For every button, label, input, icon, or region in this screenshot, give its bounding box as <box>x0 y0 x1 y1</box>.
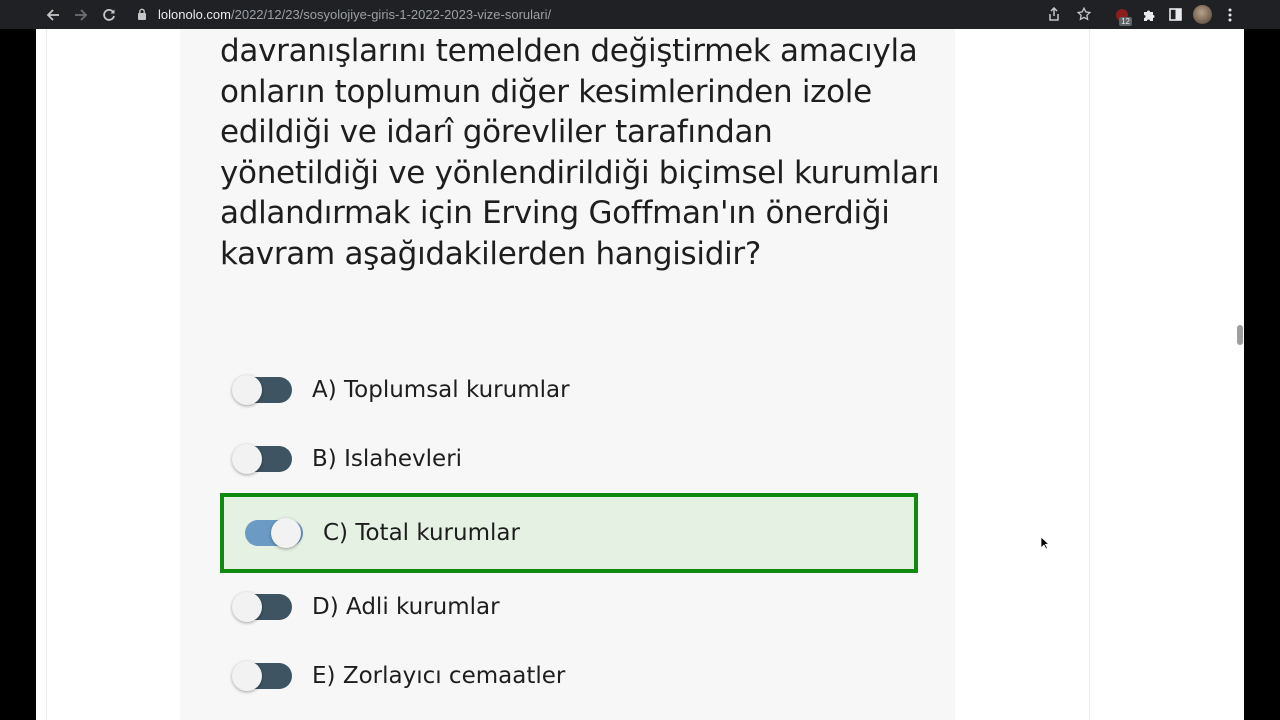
extension-badge: 12 <box>1119 17 1132 26</box>
url-host: lolonolo.com <box>158 6 231 22</box>
option-c-correct[interactable]: C) Total kurumlar <box>220 493 918 573</box>
toggle-knob <box>232 444 262 474</box>
option-d-label: D) Adli kurumlar <box>312 594 500 620</box>
puzzle-icon[interactable] <box>1135 0 1162 29</box>
url-path: /2022/12/23/sosyolojiye-giris-1-2022-202… <box>231 6 552 22</box>
content-divider-left <box>46 29 47 720</box>
forward-icon[interactable] <box>67 0 95 29</box>
sidebar-icon[interactable] <box>1162 0 1189 29</box>
option-a-label: A) Toplumsal kurumlar <box>312 377 570 403</box>
bookmark-star-icon[interactable] <box>1069 2 1099 26</box>
mouse-cursor-icon <box>1040 535 1051 554</box>
toggle-knob <box>232 592 262 622</box>
address-bar[interactable]: lolonolo.com/2022/12/23/sosyolojiye-giri… <box>124 2 1099 26</box>
option-c-toggle[interactable] <box>243 518 303 548</box>
url-text[interactable]: lolonolo.com/2022/12/23/sosyolojiye-giri… <box>158 7 551 22</box>
browser-toolbar: lolonolo.com/2022/12/23/sosyolojiye-giri… <box>0 0 1280 29</box>
avatar[interactable] <box>1189 0 1216 29</box>
option-c-label: C) Total kurumlar <box>323 520 520 546</box>
reload-icon[interactable] <box>95 0 123 29</box>
option-e-toggle[interactable] <box>232 661 292 691</box>
page-viewport: davranışlarını temelden değiştirmek amac… <box>36 29 1244 720</box>
option-d-toggle[interactable] <box>232 592 292 622</box>
content-divider-right <box>1089 29 1090 720</box>
toggle-knob <box>271 518 301 548</box>
option-d[interactable]: D) Adli kurumlar <box>232 592 500 622</box>
share-icon[interactable] <box>1039 2 1069 26</box>
scrollbar-thumb[interactable] <box>1237 325 1243 345</box>
menu-icon[interactable] <box>1216 0 1243 29</box>
option-a-toggle[interactable] <box>232 375 292 405</box>
lock-icon[interactable] <box>132 8 152 20</box>
back-icon[interactable] <box>39 0 67 29</box>
toggle-knob <box>232 661 262 691</box>
option-e-label: E) Zorlayıcı cemaatler <box>312 663 566 689</box>
question-text: davranışlarını temelden değiştirmek amac… <box>220 33 940 272</box>
option-b-toggle[interactable] <box>232 444 292 474</box>
option-b[interactable]: B) Islahevleri <box>232 444 462 474</box>
option-b-label: B) Islahevleri <box>312 446 463 472</box>
option-e[interactable]: E) Zorlayıcı cemaatler <box>232 661 565 691</box>
toggle-knob <box>232 375 262 405</box>
option-a[interactable]: A) Toplumsal kurumlar <box>232 375 570 405</box>
extension-icon[interactable]: 12 <box>1108 0 1135 29</box>
